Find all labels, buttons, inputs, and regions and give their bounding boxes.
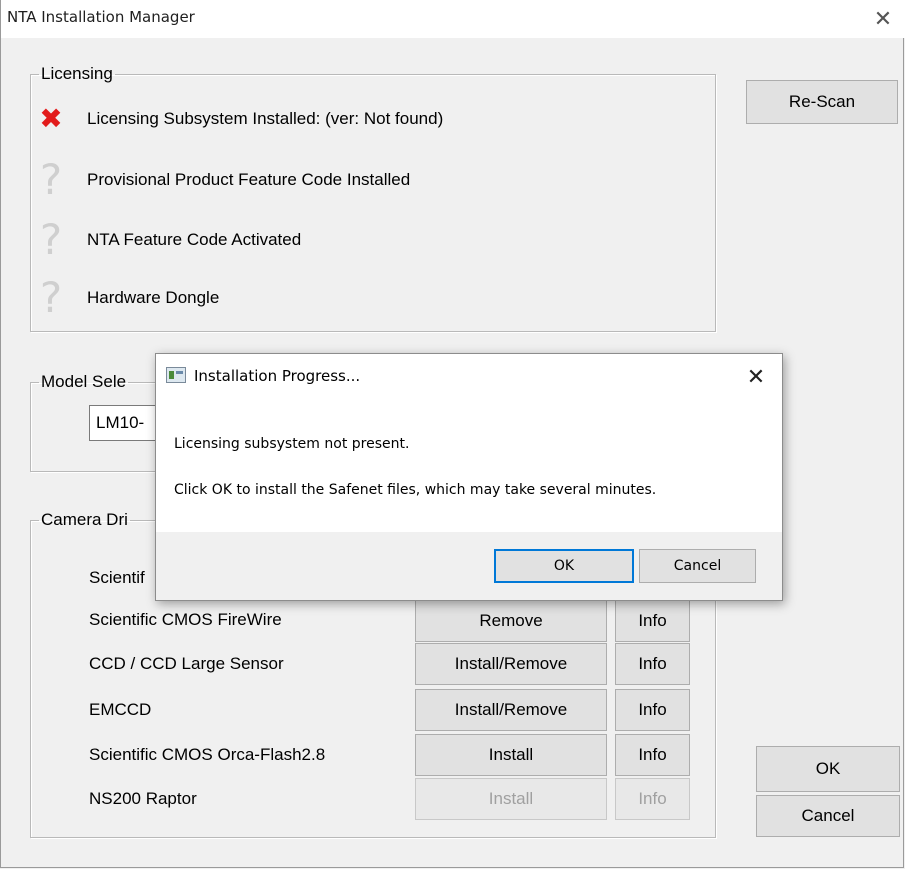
ok-button[interactable]: OK bbox=[756, 746, 900, 792]
close-icon[interactable]: ✕ bbox=[861, 0, 905, 38]
driver-action-button[interactable]: Install/Remove bbox=[415, 689, 607, 731]
title-bar: NTA Installation Manager ✕ bbox=[1, 0, 905, 38]
installation-progress-dialog: Installation Progress... ✕ Licensing sub… bbox=[155, 353, 783, 601]
dialog-title-bar: Installation Progress... ✕ bbox=[156, 354, 782, 398]
app-window-icon bbox=[166, 367, 186, 383]
question-icon: ? bbox=[39, 273, 63, 322]
licensing-label: NTA Feature Code Activated bbox=[87, 230, 302, 249]
question-icon: ? bbox=[39, 215, 63, 264]
driver-action-button[interactable]: Remove bbox=[415, 600, 607, 642]
licensing-label: Hardware Dongle bbox=[87, 288, 220, 307]
driver-action-button: Install bbox=[415, 778, 607, 820]
dialog-message-line2: Click OK to install the Safenet files, w… bbox=[174, 482, 657, 498]
driver-name: Scientif bbox=[89, 568, 145, 587]
model-select-value: LM10- bbox=[96, 413, 145, 432]
licensing-label: Licensing Subsystem Installed: (ver: Not… bbox=[87, 109, 444, 128]
driver-action-button[interactable]: Install/Remove bbox=[415, 643, 607, 685]
licensing-label: Provisional Product Feature Code Install… bbox=[87, 170, 411, 189]
rescan-button[interactable]: Re-Scan bbox=[746, 80, 898, 124]
driver-info-button[interactable]: Info bbox=[615, 643, 690, 685]
cancel-button[interactable]: Cancel bbox=[756, 795, 900, 837]
driver-name: CCD / CCD Large Sensor bbox=[89, 654, 284, 673]
model-legend: Model Sele bbox=[41, 372, 127, 391]
x-mark-icon: ✖ bbox=[39, 102, 63, 135]
driver-action-button[interactable]: Install bbox=[415, 734, 607, 776]
window-title: NTA Installation Manager bbox=[7, 8, 195, 26]
licensing-legend: Licensing bbox=[41, 64, 113, 83]
dialog-cancel-button[interactable]: Cancel bbox=[639, 549, 756, 583]
dialog-message-line1: Licensing subsystem not present. bbox=[174, 436, 410, 452]
dialog-footer: OK Cancel bbox=[156, 532, 782, 600]
dialog-ok-button[interactable]: OK bbox=[494, 549, 634, 583]
driver-name: Scientific CMOS FireWire bbox=[89, 610, 282, 629]
dialog-title: Installation Progress... bbox=[194, 367, 361, 385]
driver-info-button[interactable]: Info bbox=[615, 600, 690, 642]
driver-name: Scientific CMOS Orca-Flash2.8 bbox=[89, 745, 326, 764]
driver-name: EMCCD bbox=[89, 700, 152, 719]
dialog-close-icon[interactable]: ✕ bbox=[738, 359, 774, 395]
driver-info-button[interactable]: Info bbox=[615, 689, 690, 731]
driver-name: NS200 Raptor bbox=[89, 789, 197, 808]
question-icon: ? bbox=[39, 155, 63, 204]
driver-info-button[interactable]: Info bbox=[615, 734, 690, 776]
driver-info-button: Info bbox=[615, 778, 690, 820]
camera-drivers-legend: Camera Dri bbox=[41, 510, 128, 529]
